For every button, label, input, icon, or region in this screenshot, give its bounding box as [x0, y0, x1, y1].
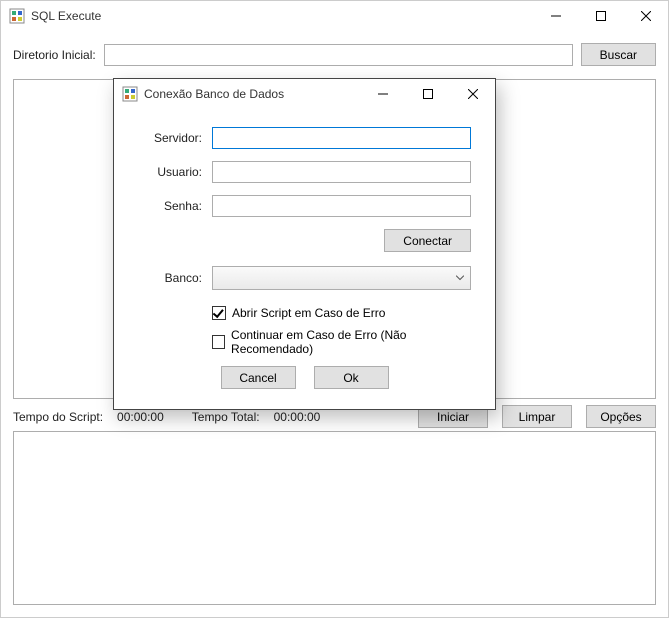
- tempo-script-value: 00:00:00: [117, 410, 164, 424]
- servidor-label: Servidor:: [138, 131, 202, 145]
- main-window-buttons: [533, 1, 668, 31]
- chk-abrir-label: Abrir Script em Caso de Erro: [232, 306, 385, 320]
- main-titlebar: SQL Execute: [1, 1, 668, 31]
- limpar-button[interactable]: Limpar: [502, 405, 572, 428]
- chk-abrir[interactable]: Abrir Script em Caso de Erro: [212, 306, 471, 320]
- app-icon: [9, 8, 25, 24]
- banco-select[interactable]: [212, 266, 471, 290]
- conectar-row: Conectar: [138, 229, 471, 252]
- dialog-checks: Abrir Script em Caso de Erro Continuar e…: [212, 306, 471, 356]
- connection-dialog: Conexão Banco de Dados Servidor: Usuario…: [113, 78, 496, 410]
- minimize-button[interactable]: [533, 1, 578, 31]
- banco-label: Banco:: [138, 271, 202, 285]
- dialog-body: Servidor: Usuario: Senha: Conectar Banco…: [114, 109, 495, 409]
- chk-continuar[interactable]: Continuar em Caso de Erro (Não Recomenda…: [212, 328, 471, 356]
- conectar-button[interactable]: Conectar: [384, 229, 471, 252]
- banco-row: Banco:: [138, 266, 471, 290]
- senha-input[interactable]: [212, 195, 471, 217]
- tempo-total-value: 00:00:00: [274, 410, 321, 424]
- diretorio-row: Diretorio Inicial: Buscar: [13, 43, 656, 66]
- main-title: SQL Execute: [31, 9, 101, 23]
- dialog-icon: [122, 86, 138, 102]
- cancel-button[interactable]: Cancel: [221, 366, 296, 389]
- dialog-minimize-button[interactable]: [360, 79, 405, 109]
- maximize-button[interactable]: [578, 1, 623, 31]
- ok-button[interactable]: Ok: [314, 366, 389, 389]
- dialog-close-button[interactable]: [450, 79, 495, 109]
- usuario-row: Usuario:: [138, 161, 471, 183]
- close-button[interactable]: [623, 1, 668, 31]
- senha-row: Senha:: [138, 195, 471, 217]
- dialog-titlebar: Conexão Banco de Dados: [114, 79, 495, 109]
- checkbox-icon: [212, 335, 225, 349]
- checkbox-icon: [212, 306, 226, 320]
- chk-continuar-label: Continuar em Caso de Erro (Não Recomenda…: [231, 328, 471, 356]
- diretorio-input[interactable]: [104, 44, 573, 66]
- chevron-down-icon: [456, 276, 464, 281]
- dialog-maximize-button[interactable]: [405, 79, 450, 109]
- servidor-row: Servidor:: [138, 127, 471, 149]
- tempo-total-label: Tempo Total:: [192, 410, 260, 424]
- usuario-label: Usuario:: [138, 165, 202, 179]
- opcoes-button[interactable]: Opções: [586, 405, 656, 428]
- dialog-title: Conexão Banco de Dados: [144, 87, 284, 101]
- usuario-input[interactable]: [212, 161, 471, 183]
- tempo-script-label: Tempo do Script:: [13, 410, 103, 424]
- servidor-input[interactable]: [212, 127, 471, 149]
- dialog-buttons: Cancel Ok: [138, 366, 471, 389]
- diretorio-label: Diretorio Inicial:: [13, 48, 96, 62]
- dialog-window-buttons: [360, 79, 495, 109]
- buscar-button[interactable]: Buscar: [581, 43, 656, 66]
- senha-label: Senha:: [138, 199, 202, 213]
- output-panel: [13, 431, 656, 605]
